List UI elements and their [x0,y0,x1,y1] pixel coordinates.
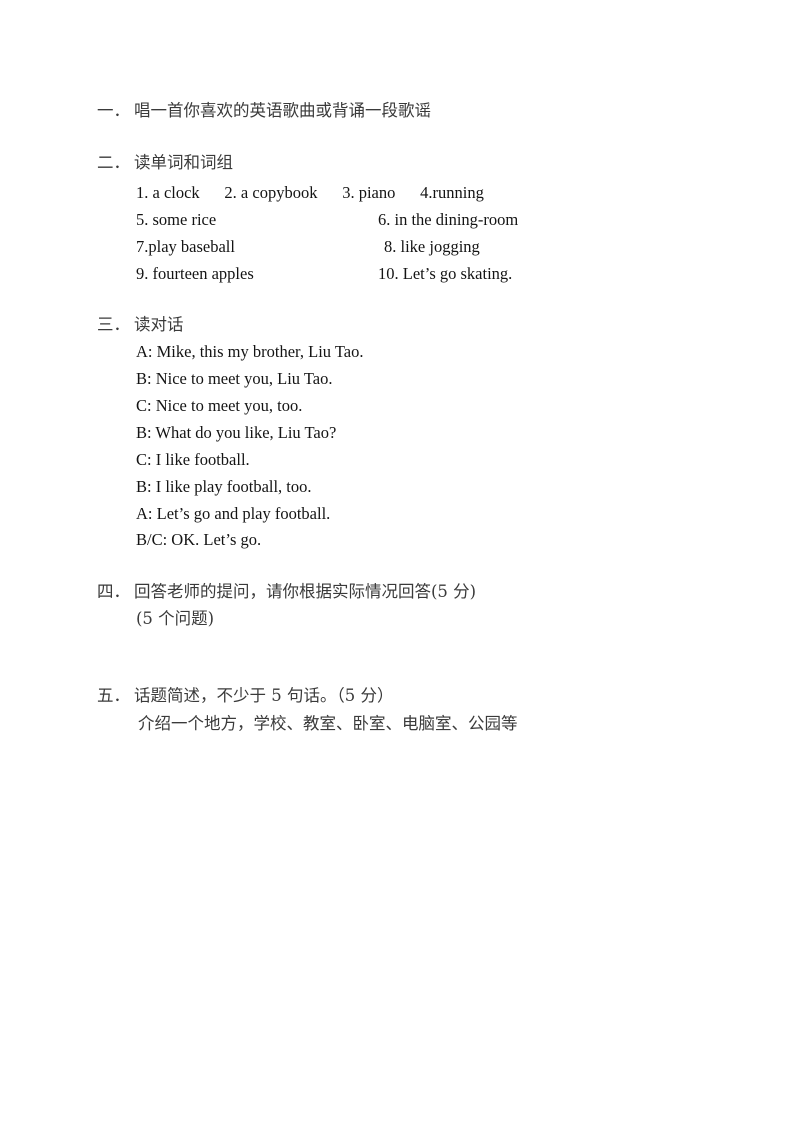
section-three-marker: 三． [97,315,130,334]
section-four-heading: 回答老师的提问，请你根据实际情况回答(5 分) [134,582,477,601]
vocab-item-5: 5. some rice [136,210,217,229]
vocab-item-10: 10. Let’s go skating. [378,264,513,283]
dialogue-line-5: C: I like football. [136,450,250,469]
section-five-marker: 五． [97,686,130,705]
vocab-item-7: 7.play baseball [136,237,235,256]
section-two-marker: 二． [97,153,130,172]
section-one-heading: 唱一首你喜欢的英语歌曲或背诵一段歌谣 [134,101,431,120]
document-page: 一． 唱一首你喜欢的英语歌曲或背诵一段歌谣 二． 读单词和词组 1. a clo… [0,0,794,1123]
dialogue-line-2: B: Nice to meet you, Liu Tao. [136,369,333,388]
dialogue-line-4: B: What do you like, Liu Tao? [136,423,337,442]
section-four-marker: 四． [97,582,130,601]
dialogue-line-8: B/C: OK. Let’s go. [136,530,262,549]
section-five-heading: 话题简述，不少于 5 句话。（5 分） [134,686,394,705]
dialogue-line-3: C: Nice to meet you, too. [136,396,303,415]
section-five-subline: 介绍一个地方，学校、教室、卧室、电脑室、公园等 [138,714,518,733]
dialogue-line-1: A: Mike, this my brother, Liu Tao. [136,342,364,361]
vocab-item-8: 8. like jogging [384,237,480,256]
vocab-line-1: 1. a clock 2. a copybook 3. piano 4.runn… [136,183,484,202]
dialogue-line-7: A: Let’s go and play football. [136,504,331,523]
section-one-marker: 一． [97,101,130,120]
section-four-subline: (5 个问题) [136,609,215,628]
vocab-item-9: 9. fourteen apples [136,264,254,283]
vocab-item-6: 6. in the dining-room [378,210,519,229]
section-three-heading: 读对话 [134,315,184,334]
section-two-heading: 读单词和词组 [134,153,233,172]
dialogue-line-6: B: I like play football, too. [136,477,312,496]
